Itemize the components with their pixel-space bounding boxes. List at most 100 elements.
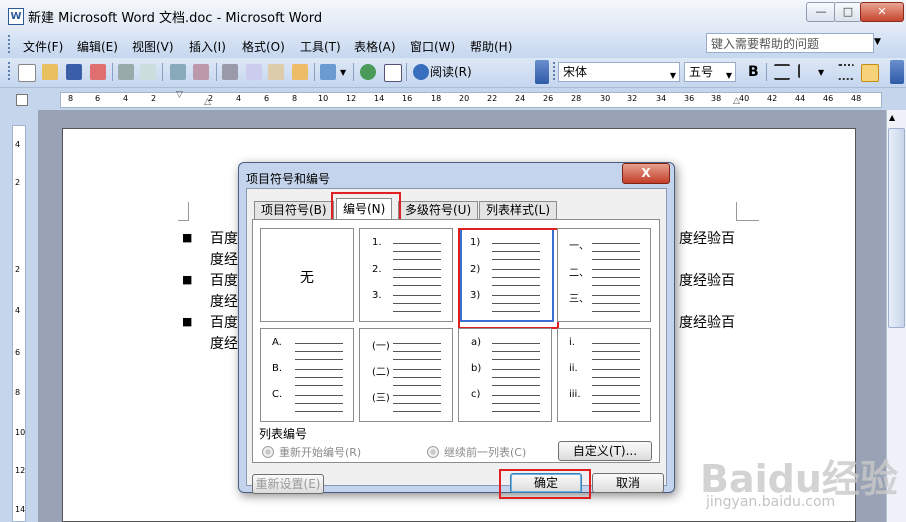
- menu-grip[interactable]: [8, 35, 13, 53]
- help-search-input[interactable]: 键入需要帮助的问题: [706, 33, 874, 53]
- undo-icon[interactable]: [320, 64, 336, 80]
- permission-icon[interactable]: [90, 64, 106, 80]
- copy-icon[interactable]: [246, 64, 262, 80]
- dialog-close-button[interactable]: X: [622, 163, 670, 184]
- document-text-line[interactable]: 度经验百: [679, 270, 735, 290]
- menu-view[interactable]: 视图(V): [132, 38, 174, 55]
- ruler-number: 40: [739, 94, 750, 103]
- preview-line: [492, 269, 540, 270]
- ruler-number: 2: [208, 94, 214, 103]
- toolbar-options-icon[interactable]: [535, 60, 549, 84]
- preview-line: [492, 295, 540, 296]
- preview-line: [393, 359, 441, 360]
- line-spacing-dropdown-icon[interactable]: ▼: [818, 68, 824, 77]
- tab-selector-icon[interactable]: [16, 94, 28, 106]
- open-folder-icon[interactable]: [42, 64, 58, 80]
- scrollbar-thumb[interactable]: [888, 128, 905, 328]
- list-numbering-label: 列表编号: [259, 427, 308, 441]
- window-title: 新建 Microsoft Word 文档.doc - Microsoft Wor…: [28, 11, 323, 26]
- ruler-number: 6: [95, 94, 101, 103]
- help-icon[interactable]: [413, 64, 429, 80]
- menu-help[interactable]: 帮助(H): [470, 38, 512, 55]
- cancel-button[interactable]: 取消: [592, 473, 664, 493]
- spelling-icon[interactable]: [170, 64, 186, 80]
- help-dropdown-arrow-icon[interactable]: ▼: [874, 37, 881, 47]
- preview-line: [492, 311, 540, 312]
- preview-line: [393, 403, 441, 404]
- preview-line: [492, 351, 540, 352]
- font-size-combo[interactable]: 五号 ▼: [684, 62, 736, 82]
- toolbar-grip[interactable]: [8, 62, 13, 80]
- tab-outline-numbered[interactable]: 多级符号(U): [398, 201, 479, 219]
- print-icon[interactable]: [118, 64, 134, 80]
- menu-table[interactable]: 表格(A): [354, 38, 396, 55]
- tab-list-styles[interactable]: 列表样式(L): [479, 201, 558, 219]
- word-app-icon[interactable]: W: [8, 8, 24, 25]
- preview-line: [393, 303, 441, 304]
- numbering-label: a): [471, 337, 482, 348]
- cut-icon[interactable]: [222, 64, 238, 80]
- reading-mode-button[interactable]: 阅读(R): [430, 63, 472, 80]
- document-text-line[interactable]: 百度: [210, 228, 238, 248]
- align-icon[interactable]: [774, 64, 790, 80]
- document-text-line[interactable]: 度经验百: [679, 312, 735, 332]
- preview-line: [592, 311, 640, 312]
- print-preview-icon[interactable]: [140, 64, 156, 80]
- document-text-line[interactable]: 百度: [210, 312, 238, 332]
- document-text-line[interactable]: 度经: [210, 291, 238, 311]
- minimize-button[interactable]: —: [806, 2, 836, 22]
- menu-format[interactable]: 格式(O): [242, 38, 285, 55]
- restart-numbering-radio[interactable]: [262, 446, 274, 458]
- new-document-icon[interactable]: [18, 64, 36, 82]
- format-painter-icon[interactable]: [292, 64, 308, 80]
- undo-dropdown-icon[interactable]: ▼: [340, 68, 346, 77]
- document-text-line[interactable]: 度经验百: [679, 228, 735, 248]
- toolbar-separator: [216, 63, 217, 81]
- watermark-url: jingyan.baidu.com: [706, 494, 836, 510]
- menu-file[interactable]: 文件(F): [23, 38, 63, 55]
- numbering-icon[interactable]: [838, 64, 854, 80]
- toolbar-options-icon[interactable]: [890, 60, 904, 84]
- document-text-line[interactable]: 度经: [210, 249, 238, 269]
- numbering-label: (二): [372, 367, 390, 378]
- preview-line: [592, 251, 640, 252]
- save-icon[interactable]: [66, 64, 82, 80]
- customize-button[interactable]: 自定义(T)...: [558, 441, 652, 461]
- reset-button[interactable]: 重新设置(E): [252, 474, 324, 494]
- menu-window[interactable]: 窗口(W): [410, 38, 455, 55]
- horizontal-ruler[interactable]: [60, 92, 882, 108]
- bold-button[interactable]: B: [748, 64, 759, 80]
- document-text-line[interactable]: 百度: [210, 270, 238, 290]
- toolbar-separator: [162, 63, 163, 81]
- tab-bullets[interactable]: 项目符号(B): [254, 201, 334, 219]
- scroll-up-icon[interactable]: ▲: [889, 113, 895, 122]
- first-line-indent-icon[interactable]: ▽: [176, 90, 183, 100]
- preview-line: [295, 359, 343, 360]
- line-spacing-icon[interactable]: [798, 64, 816, 78]
- menu-tools[interactable]: 工具(T): [300, 38, 341, 55]
- bullets-icon[interactable]: [861, 64, 879, 82]
- maximize-button[interactable]: □: [834, 2, 862, 22]
- preview-line: [295, 385, 343, 386]
- ruler-number: 36: [684, 94, 695, 103]
- numbering-label: i.: [569, 337, 575, 348]
- font-name-combo[interactable]: 宋体 ▼: [558, 62, 680, 82]
- bullet-icon: ■: [182, 273, 193, 286]
- numbering-label: 2.: [372, 264, 382, 275]
- close-window-button[interactable]: ✕: [860, 2, 904, 22]
- preview-line: [492, 259, 540, 260]
- insert-table-icon[interactable]: [384, 64, 402, 82]
- none-label: 无: [300, 270, 314, 286]
- continue-list-radio[interactable]: [427, 446, 439, 458]
- menu-edit[interactable]: 编辑(E): [77, 38, 118, 55]
- preview-line: [592, 369, 640, 370]
- document-text-line[interactable]: 度经: [210, 333, 238, 353]
- menu-insert[interactable]: 插入(I): [189, 38, 226, 55]
- paste-icon[interactable]: [268, 64, 284, 80]
- ruler-number: 18: [431, 94, 442, 103]
- hyperlink-icon[interactable]: [360, 64, 376, 80]
- ruler-number: 4: [15, 140, 21, 149]
- ruler-number: 20: [459, 94, 470, 103]
- research-icon[interactable]: [193, 64, 209, 80]
- preview-line: [592, 359, 640, 360]
